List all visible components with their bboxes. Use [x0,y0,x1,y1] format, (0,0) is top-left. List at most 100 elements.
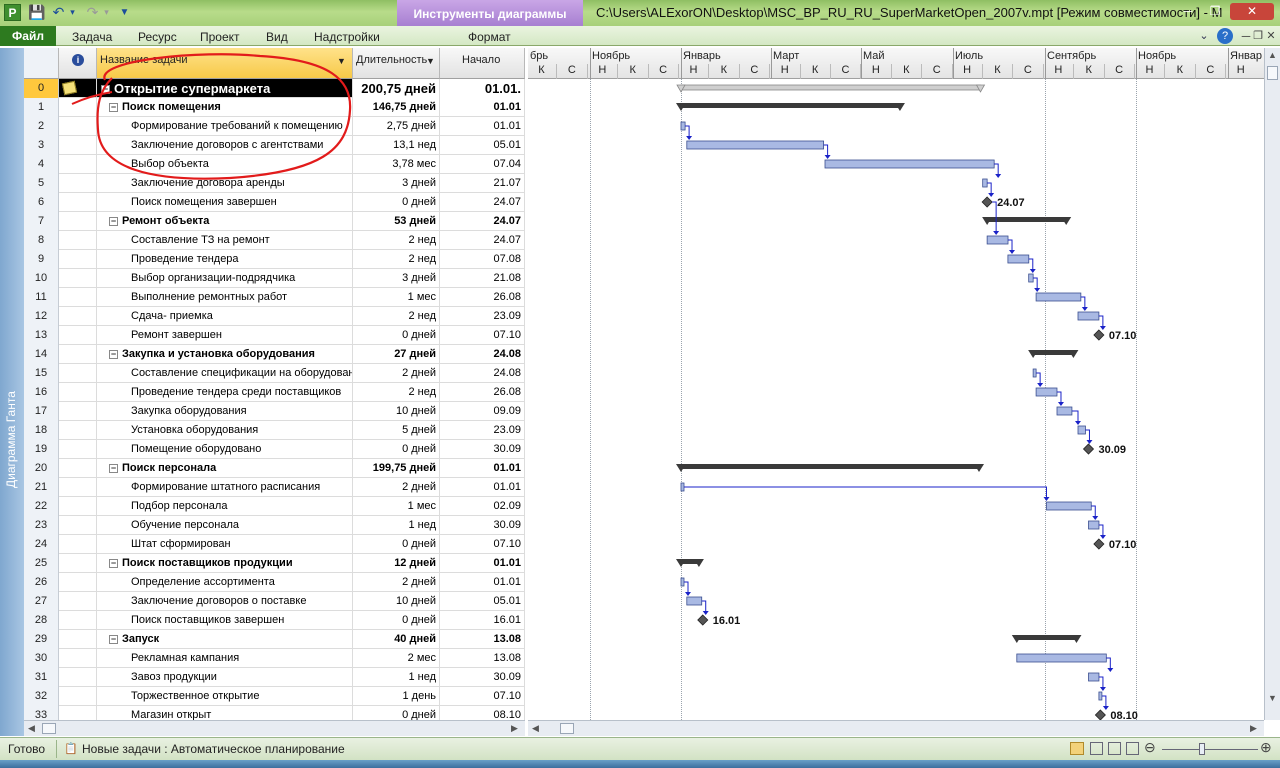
column-header-start[interactable]: Начало [440,48,525,79]
duration-cell[interactable]: 2 нед [353,250,440,269]
dependency-arrowhead[interactable] [1081,307,1088,311]
tab-task[interactable]: Задача [72,30,112,44]
scroll-left-icon[interactable]: ◀ [28,723,35,734]
table-row[interactable]: 22 Подбор персонала 1 мес 02.09 [24,497,525,516]
scroll-down-icon[interactable]: ▼ [1268,693,1277,703]
dependency-arrowhead[interactable] [1107,668,1114,672]
table-row[interactable]: 30 Рекламная кампания 2 мес 13.08 [24,649,525,668]
task-bar[interactable] [1088,672,1100,682]
duration-cell[interactable]: 1 нед [353,516,440,535]
gantt-body[interactable]: 24.07 07.10 30.09 07.10 16.01 08.10 [528,79,1264,720]
duration-cell[interactable]: 2 нед [353,383,440,402]
start-cell[interactable]: 30.09 [440,668,525,687]
task-name-cell[interactable]: Закупка оборудования [97,402,353,421]
table-row[interactable]: 31 Завоз продукции 1 нед 30.09 [24,668,525,687]
dependency-arrowhead[interactable] [1009,250,1016,254]
duration-cell[interactable]: 2 мес [353,649,440,668]
start-cell[interactable]: 13.08 [440,630,525,649]
filter-dropdown-icon[interactable]: ▼ [337,56,346,66]
row-id[interactable]: 16 [24,383,59,402]
summary-bar[interactable] [987,217,1067,222]
row-id[interactable]: 22 [24,497,59,516]
start-cell[interactable]: 01.01 [440,573,525,592]
duration-cell[interactable]: 10 дней [353,402,440,421]
milestone-diamond[interactable] [697,614,709,626]
task-name-cell[interactable]: − Открытие супермаркета [97,79,353,98]
task-bar[interactable] [1098,691,1103,701]
table-row[interactable]: 26 Определение ассортимента 2 дней 01.01 [24,573,525,592]
table-row[interactable]: 1− Поиск помещения 146,75 дней 01.01 [24,98,525,117]
duration-cell[interactable]: 0 дней [353,706,440,720]
task-name-cell[interactable]: Завоз продукции [97,668,353,687]
row-id[interactable]: 25 [24,554,59,573]
row-id[interactable]: 17 [24,402,59,421]
milestone-diamond[interactable] [1094,709,1106,720]
milestone-diamond[interactable] [1093,329,1105,341]
task-bar[interactable] [1035,292,1082,302]
table-row[interactable]: 17 Закупка оборудования 10 дней 09.09 [24,402,525,421]
task-bar[interactable] [986,235,1009,245]
column-header-indicators[interactable]: i [59,48,97,79]
redo-dropdown-icon[interactable]: ▾ [98,4,115,21]
filter-dropdown-icon[interactable]: ▼ [426,56,435,66]
task-bar[interactable] [1077,311,1100,321]
row-id[interactable]: 1 [24,98,59,117]
duration-cell[interactable]: 0 дней [353,193,440,212]
task-name-cell[interactable]: Проведение тендера [97,250,353,269]
table-row[interactable]: 8 Составление ТЗ на ремонт 2 нед 24.07 [24,231,525,250]
gantt-tools-context-tab[interactable]: Инструменты диаграммы Ганта [397,0,583,49]
status-new-tasks[interactable]: Новые задачи : Автоматическое планирован… [82,742,345,756]
duration-cell[interactable]: 1 мес [353,497,440,516]
task-name-cell[interactable]: Выполнение ремонтных работ [97,288,353,307]
milestone-diamond[interactable] [981,196,993,208]
dependency-arrowhead[interactable] [995,174,1002,178]
start-cell[interactable]: 26.08 [440,288,525,307]
start-cell[interactable]: 09.09 [440,402,525,421]
duration-cell[interactable]: 0 дней [353,440,440,459]
duration-cell[interactable]: 3,78 мес [353,155,440,174]
project-summary-bar[interactable] [680,84,981,91]
restore-button[interactable]: ❐ [1203,3,1227,20]
task-name-cell[interactable]: Помещение оборудовано [97,440,353,459]
task-name-cell[interactable]: Рекламная кампания [97,649,353,668]
task-bar[interactable] [1007,254,1030,264]
dependency-arrowhead[interactable] [1099,326,1106,330]
task-bar[interactable] [1077,425,1086,435]
duration-cell[interactable]: 13,1 нед [353,136,440,155]
task-name-cell[interactable]: − Закупка и установка оборудования [97,345,353,364]
milestone-diamond[interactable] [1082,443,1095,455]
start-cell[interactable]: 23.09 [440,307,525,326]
start-cell[interactable]: 24.07 [440,231,525,250]
dependency-arrowhead[interactable] [1102,706,1109,710]
start-cell[interactable]: 01.01 [440,554,525,573]
collapse-toggle-icon[interactable]: − [101,85,110,95]
duration-cell[interactable]: 40 дней [353,630,440,649]
summary-bar[interactable] [1033,350,1074,355]
row-id[interactable]: 26 [24,573,59,592]
task-name-cell[interactable]: − Ремонт объекта [97,212,353,231]
milestone-diamond[interactable] [1093,538,1105,550]
duration-cell[interactable]: 5 дней [353,421,440,440]
task-name-cell[interactable]: Ремонт завершен [97,326,353,345]
task-name-cell[interactable]: Поиск поставщиков завершен [97,611,353,630]
start-cell[interactable]: 01.01 [440,459,525,478]
task-name-cell[interactable]: Выбор объекта [97,155,353,174]
duration-cell[interactable]: 0 дней [353,535,440,554]
start-cell[interactable]: 16.01 [440,611,525,630]
row-id[interactable]: 28 [24,611,59,630]
table-row[interactable]: 5 Заключение договора аренды 3 дней 21.07 [24,174,525,193]
row-id[interactable]: 12 [24,307,59,326]
task-name-cell[interactable]: Формирование требований к помещению [97,117,353,136]
table-row[interactable]: 12 Сдача- приемка 2 нед 23.09 [24,307,525,326]
table-row[interactable]: 7− Ремонт объекта 53 дней 24.07 [24,212,525,231]
help-icon[interactable]: ? [1217,28,1233,44]
project-app-icon[interactable]: P [4,4,21,21]
dependency-arrowhead[interactable] [1099,535,1106,539]
duration-cell[interactable]: 1 день [353,687,440,706]
row-id[interactable]: 2 [24,117,59,136]
task-bar[interactable] [680,482,685,492]
table-row[interactable]: 18 Установка оборудования 5 дней 23.09 [24,421,525,440]
duration-cell[interactable]: 27 дней [353,345,440,364]
dependency-arrowhead[interactable] [993,231,1000,235]
table-horizontal-scrollbar[interactable]: ◀ ▶ [24,720,525,736]
